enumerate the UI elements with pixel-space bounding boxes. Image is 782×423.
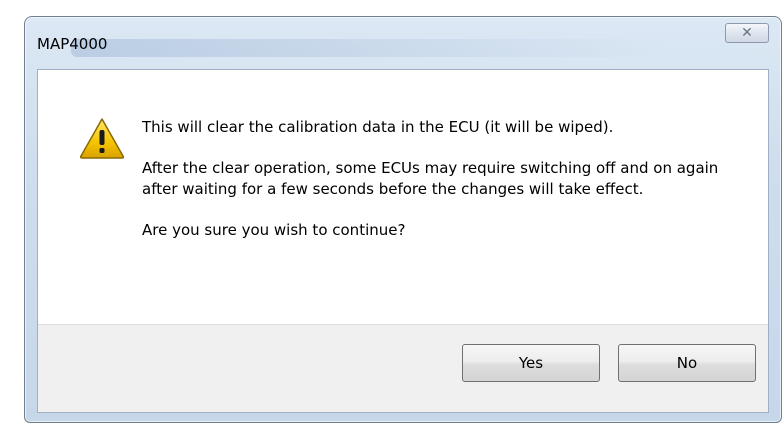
yes-button[interactable]: Yes (462, 344, 600, 382)
close-button[interactable]: ✕ (725, 23, 769, 43)
title-bar[interactable]: MAP4000 ✕ (25, 17, 781, 69)
message-area: This will clear the calibration data in … (38, 70, 768, 324)
message-line-clear: This will clear the calibration data in … (142, 118, 614, 136)
message-dialog: MAP4000 ✕ This will clear the calibratio… (24, 16, 782, 423)
close-icon: ✕ (741, 25, 753, 41)
dialog-body: This will clear the calibration data in … (37, 69, 769, 413)
background-window-ghost (71, 39, 671, 57)
warning-icon (79, 118, 125, 159)
window-title: MAP4000 (37, 35, 108, 53)
dialog-message: This will clear the calibration data in … (142, 117, 742, 241)
no-button[interactable]: No (618, 344, 756, 382)
message-line-confirm: Are you sure you wish to continue? (142, 221, 406, 239)
button-bar: Yes No (38, 324, 768, 412)
message-line-ecu-restart: After the clear operation, some ECUs may… (142, 159, 719, 198)
